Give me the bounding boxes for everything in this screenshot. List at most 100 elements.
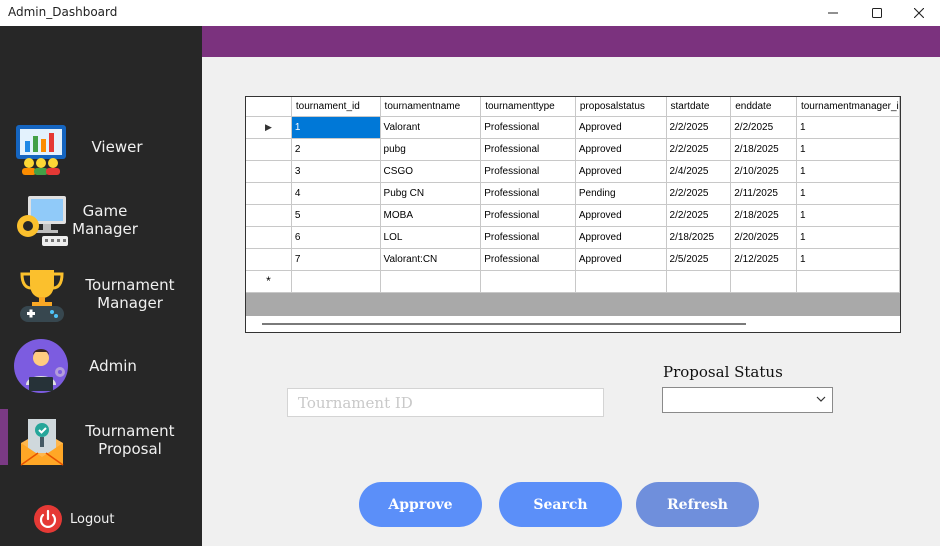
sidebar-item-label: Tournament Proposal — [85, 422, 175, 458]
column-header[interactable]: startdate — [666, 97, 732, 117]
table-cell[interactable]: Pending — [575, 182, 667, 205]
sidebar-item-tournament-proposal[interactable]: Tournament Proposal — [0, 411, 202, 471]
table-cell[interactable]: 1 — [796, 160, 900, 183]
maximize-button[interactable] — [855, 0, 899, 26]
table-cell[interactable]: 5 — [291, 204, 381, 227]
sidebar-item-game-manager[interactable]: Game Manager — [0, 192, 202, 252]
table-cell[interactable]: 4 — [291, 182, 381, 205]
sidebar-item-admin[interactable]: Admin — [0, 336, 202, 396]
table-cell[interactable]: 2/10/2025 — [730, 160, 797, 183]
close-button[interactable] — [897, 0, 940, 26]
table-cell[interactable] — [666, 270, 732, 293]
table-cell[interactable]: 2/11/2025 — [730, 182, 797, 205]
table-cell[interactable]: 2/2/2025 — [666, 204, 732, 227]
table-cell[interactable]: 1 — [796, 116, 900, 139]
proposal-status-dropdown[interactable] — [662, 387, 833, 413]
table-cell[interactable]: 2/4/2025 — [666, 160, 732, 183]
table-cell[interactable]: CSGO — [380, 160, 482, 183]
table-row[interactable]: 7 Valorant:CN Professional Approved 2/5/… — [246, 248, 900, 271]
refresh-button[interactable]: Refresh — [636, 482, 759, 527]
table-cell[interactable]: Approved — [575, 138, 667, 161]
table-cell[interactable]: Valorant — [380, 116, 482, 139]
table-cell[interactable]: Approved — [575, 204, 667, 227]
row-header[interactable] — [246, 138, 292, 161]
column-header[interactable]: proposalstatus — [575, 97, 667, 117]
sidebar-item-label: Viewer — [91, 138, 143, 156]
table-cell[interactable]: 2/18/2025 — [666, 226, 732, 249]
table-cell[interactable]: Professional — [480, 138, 576, 161]
row-header[interactable] — [246, 204, 292, 227]
new-row[interactable]: * — [246, 270, 900, 293]
table-cell[interactable]: Approved — [575, 160, 667, 183]
table-cell[interactable]: 1 — [796, 226, 900, 249]
table-cell[interactable]: 2/20/2025 — [730, 226, 797, 249]
table-cell[interactable]: Pubg CN — [380, 182, 482, 205]
search-button[interactable]: Search — [499, 482, 622, 527]
tournament-id-input[interactable] — [287, 388, 604, 417]
table-cell[interactable] — [796, 270, 900, 293]
logout-label: Logout — [70, 512, 115, 527]
table-cell[interactable]: MOBA — [380, 204, 482, 227]
column-header[interactable]: tournamenttype — [480, 97, 576, 117]
table-cell[interactable]: 1 — [796, 138, 900, 161]
table-cell[interactable]: Approved — [575, 226, 667, 249]
logout-button[interactable]: Logout — [0, 504, 202, 534]
table-cell[interactable]: 1 — [291, 116, 381, 139]
sidebar: Viewer Game Manager Tournament Manager A… — [0, 26, 202, 546]
column-header[interactable]: tournament_id — [291, 97, 381, 117]
table-cell[interactable]: 1 — [796, 204, 900, 227]
table-cell[interactable]: 2/2/2025 — [666, 116, 732, 139]
table-row[interactable]: 5 MOBA Professional Approved 2/2/2025 2/… — [246, 204, 900, 227]
table-cell[interactable]: pubg — [380, 138, 482, 161]
row-header-corner — [246, 97, 292, 117]
table-cell[interactable]: 1 — [796, 182, 900, 205]
table-cell[interactable]: Approved — [575, 248, 667, 271]
row-header[interactable] — [246, 248, 292, 271]
table-cell[interactable]: Valorant:CN — [380, 248, 482, 271]
table-cell[interactable]: 6 — [291, 226, 381, 249]
table-cell[interactable] — [730, 270, 797, 293]
table-cell[interactable]: 1 — [796, 248, 900, 271]
table-cell[interactable] — [291, 270, 381, 293]
approve-button[interactable]: Approve — [359, 482, 482, 527]
table-cell[interactable] — [380, 270, 482, 293]
column-header[interactable]: tournamentname — [380, 97, 482, 117]
table-cell[interactable] — [480, 270, 576, 293]
table-cell[interactable]: Professional — [480, 182, 576, 205]
horizontal-scrollbar[interactable] — [246, 316, 900, 332]
table-cell[interactable]: 2/12/2025 — [730, 248, 797, 271]
row-header[interactable] — [246, 182, 292, 205]
table-cell[interactable]: 2/2/2025 — [730, 116, 797, 139]
table-cell[interactable]: 2/18/2025 — [730, 204, 797, 227]
table-cell[interactable]: Professional — [480, 116, 576, 139]
tournament-grid[interactable]: tournament_id tournamentname tournamentt… — [245, 96, 901, 333]
table-row[interactable]: 4 Pubg CN Professional Pending 2/2/2025 … — [246, 182, 900, 205]
table-cell[interactable]: 2/2/2025 — [666, 138, 732, 161]
sidebar-item-tournament-manager[interactable]: Tournament Manager — [0, 266, 202, 326]
table-cell[interactable]: Professional — [480, 160, 576, 183]
column-header[interactable]: enddate — [730, 97, 797, 117]
table-cell[interactable] — [575, 270, 667, 293]
sidebar-item-viewer[interactable]: Viewer — [0, 120, 202, 180]
table-cell[interactable]: 2/18/2025 — [730, 138, 797, 161]
table-row[interactable]: ▶ 1 Valorant Professional Approved 2/2/2… — [246, 116, 900, 139]
minimize-button[interactable] — [811, 0, 855, 26]
table-cell[interactable]: 2 — [291, 138, 381, 161]
table-cell[interactable]: Professional — [480, 204, 576, 227]
row-header[interactable] — [246, 160, 292, 183]
table-row[interactable]: 2 pubg Professional Approved 2/2/2025 2/… — [246, 138, 900, 161]
table-cell[interactable]: Professional — [480, 226, 576, 249]
table-row[interactable]: 3 CSGO Professional Approved 2/4/2025 2/… — [246, 160, 900, 183]
table-cell[interactable]: Professional — [480, 248, 576, 271]
column-header[interactable]: tournamentmanager_i — [796, 97, 900, 117]
row-header[interactable] — [246, 226, 292, 249]
grid-table: tournament_id tournamentname tournamentt… — [246, 97, 900, 293]
table-cell[interactable]: 3 — [291, 160, 381, 183]
table-cell[interactable]: 2/5/2025 — [666, 248, 732, 271]
scrollbar-thumb[interactable] — [262, 323, 746, 325]
table-cell[interactable]: Approved — [575, 116, 667, 139]
table-cell[interactable]: LOL — [380, 226, 482, 249]
table-cell[interactable]: 2/2/2025 — [666, 182, 732, 205]
table-cell[interactable]: 7 — [291, 248, 381, 271]
table-row[interactable]: 6 LOL Professional Approved 2/18/2025 2/… — [246, 226, 900, 249]
